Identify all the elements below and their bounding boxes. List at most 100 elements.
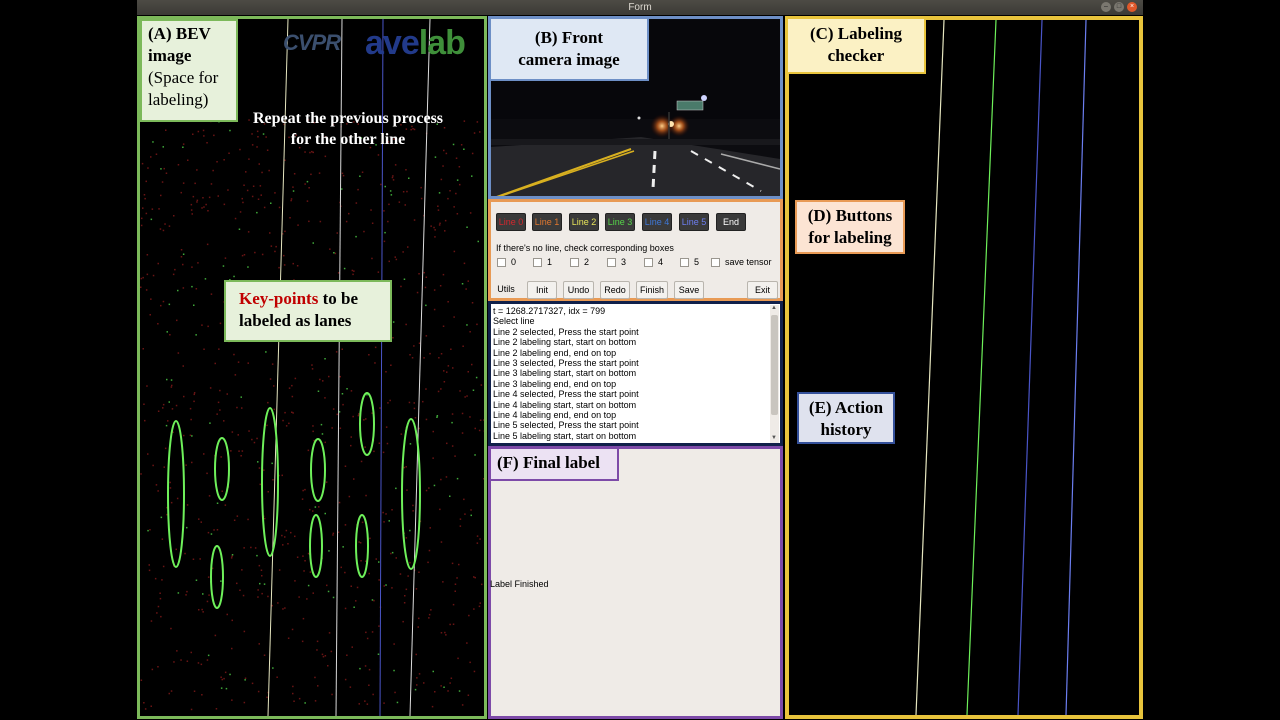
bev-point xyxy=(189,434,192,436)
bev-point xyxy=(146,385,148,387)
scroll-up-icon[interactable]: ▲ xyxy=(771,305,777,311)
init-button[interactable]: Init xyxy=(527,281,557,299)
bev-point xyxy=(152,141,154,143)
bev-point xyxy=(365,494,367,497)
checkbox-box[interactable] xyxy=(570,257,579,267)
no-line-checkbox-2[interactable]: 2 xyxy=(570,257,589,267)
repeat-line-1: Repeat the previous process xyxy=(252,110,444,127)
bev-point xyxy=(234,374,237,376)
bev-point xyxy=(142,207,144,209)
bev-point xyxy=(454,455,456,457)
bev-point xyxy=(263,469,265,471)
bev-point xyxy=(221,678,223,681)
no-line-checkbox-5[interactable]: 5 xyxy=(680,257,699,267)
bev-point xyxy=(225,687,228,690)
bev-point xyxy=(266,424,268,427)
bev-point xyxy=(261,575,263,577)
checkbox-box[interactable] xyxy=(644,257,653,267)
no-line-checkbox-1[interactable]: 1 xyxy=(533,257,552,267)
redo-button[interactable]: Redo xyxy=(600,281,630,299)
bev-point xyxy=(446,371,448,373)
bev-point xyxy=(186,504,189,506)
bev-point xyxy=(320,423,323,426)
no-line-checkbox-4[interactable]: 4 xyxy=(644,257,663,267)
bev-point xyxy=(395,258,398,261)
checkbox-box[interactable] xyxy=(680,257,689,267)
finish-button[interactable]: Finish xyxy=(636,281,668,299)
checkbox-box[interactable] xyxy=(497,257,506,267)
checkbox-box[interactable] xyxy=(607,257,616,267)
bev-point xyxy=(177,592,180,594)
bev-point xyxy=(322,380,324,382)
maximize-icon[interactable]: □ xyxy=(1114,2,1124,12)
bev-point xyxy=(288,422,290,425)
no-line-checkbox-save-tensor[interactable]: save tensor xyxy=(711,257,772,267)
logo-lab: lab xyxy=(418,24,466,62)
bev-point xyxy=(364,665,367,667)
line-line-1-button[interactable]: Line 1 xyxy=(532,213,562,231)
bev-point xyxy=(341,172,344,175)
close-icon[interactable]: × xyxy=(1127,2,1137,12)
line-line-3-button[interactable]: Line 3 xyxy=(605,213,635,231)
line-line-2-button[interactable]: Line 2 xyxy=(569,213,599,231)
bev-point xyxy=(143,194,146,196)
bev-point xyxy=(460,144,463,146)
bev-point xyxy=(151,208,154,210)
bev-point xyxy=(304,488,306,491)
line-line-5-button[interactable]: Line 5 xyxy=(679,213,709,231)
bev-point xyxy=(246,189,249,192)
checkbox-box[interactable] xyxy=(711,257,720,267)
bev-point xyxy=(267,401,269,404)
history-scrollbar[interactable]: ▲ ▼ xyxy=(770,305,779,443)
bev-point xyxy=(224,671,227,674)
bev-point xyxy=(416,677,418,679)
bev-point xyxy=(444,230,446,232)
no-line-hint: If there's no line, check corresponding … xyxy=(496,243,674,253)
bev-point xyxy=(306,200,309,202)
label-b-camera: (B) Front camera image xyxy=(489,17,649,81)
keypoint-ellipse xyxy=(167,420,185,568)
bev-point xyxy=(290,531,292,534)
no-line-checkbox-0[interactable]: 0 xyxy=(497,257,516,267)
bev-point xyxy=(170,690,173,692)
bev-point xyxy=(201,207,203,209)
bev-point xyxy=(157,410,160,412)
save-button[interactable]: Save xyxy=(674,281,704,299)
bev-point xyxy=(449,682,451,684)
checkbox-box[interactable] xyxy=(533,257,542,267)
utils-button[interactable]: Utils xyxy=(492,281,520,299)
bev-point xyxy=(182,143,185,145)
bev-point xyxy=(394,256,396,258)
bev-point xyxy=(308,187,310,189)
bev-point xyxy=(230,450,232,452)
line-line-4-button[interactable]: Line 4 xyxy=(642,213,672,231)
scroll-down-icon[interactable]: ▼ xyxy=(771,435,777,441)
bev-point xyxy=(418,617,420,620)
bev-point xyxy=(182,263,184,266)
bev-point xyxy=(443,370,445,372)
label-c-line-2: checker xyxy=(827,46,885,65)
bev-point xyxy=(150,298,152,300)
scrollbar-thumb[interactable] xyxy=(771,315,778,415)
bev-point xyxy=(349,686,352,688)
bev-point xyxy=(206,472,208,475)
bev-point xyxy=(256,437,258,440)
line-end-button[interactable]: End xyxy=(716,213,746,231)
bev-point xyxy=(344,465,347,467)
bev-point xyxy=(147,167,149,169)
no-line-checkbox-3[interactable]: 3 xyxy=(607,257,626,267)
undo-button[interactable]: Undo xyxy=(563,281,594,299)
bev-point xyxy=(311,368,314,370)
bev-point xyxy=(263,583,266,585)
bev-point xyxy=(190,209,193,211)
bev-point xyxy=(162,300,165,303)
bev-point xyxy=(357,414,360,417)
exit-button[interactable]: Exit xyxy=(747,281,778,299)
line-line-0-button[interactable]: Line 0 xyxy=(496,213,526,231)
minimize-icon[interactable]: – xyxy=(1101,2,1111,12)
bev-point xyxy=(169,481,171,484)
bev-point xyxy=(210,533,213,535)
bev-point xyxy=(342,174,345,177)
bev-point xyxy=(372,693,374,696)
bev-point xyxy=(479,602,481,604)
